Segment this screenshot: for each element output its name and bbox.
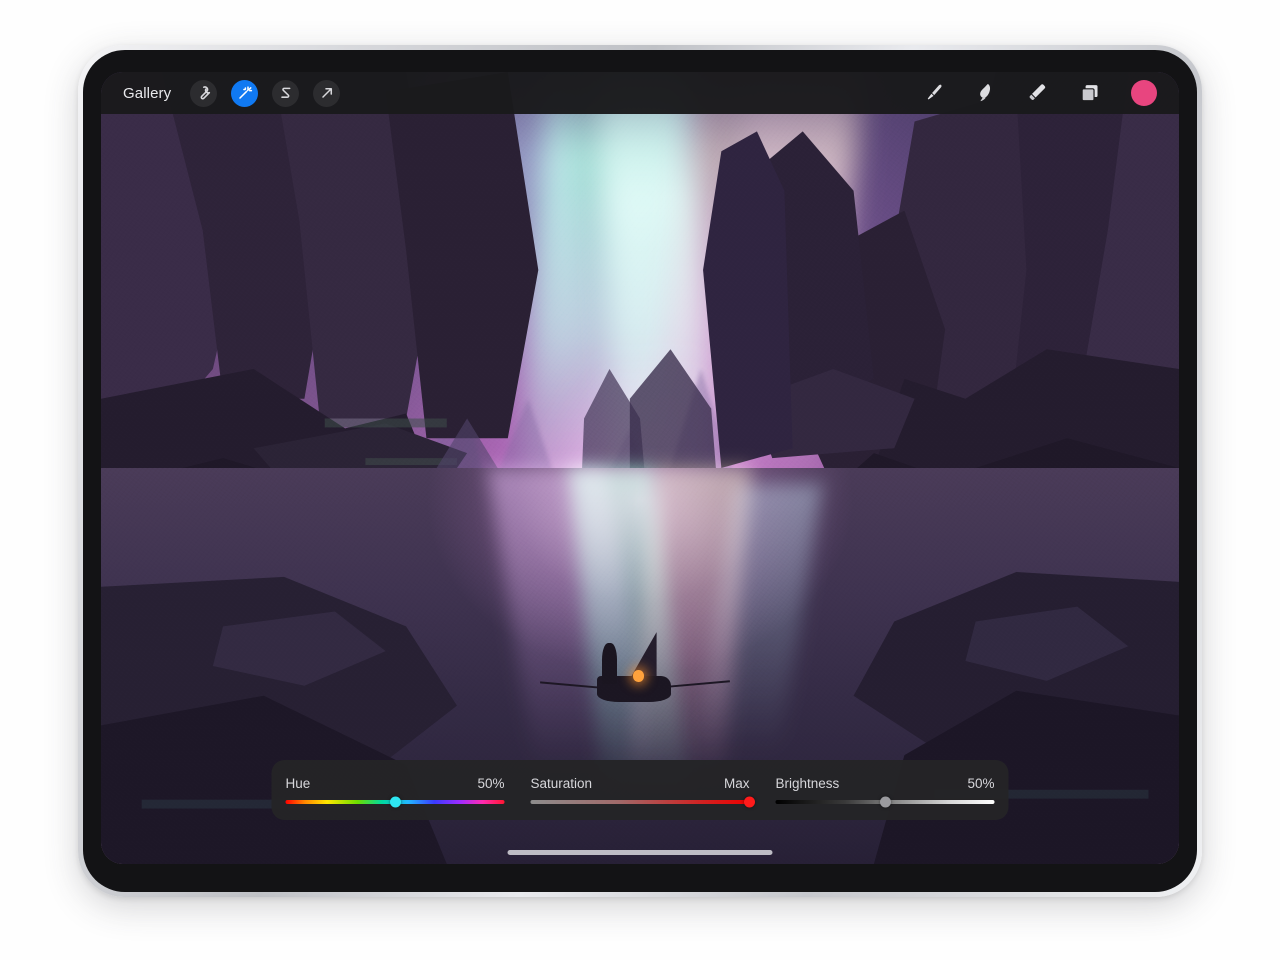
gallery-button[interactable]: Gallery <box>123 82 176 105</box>
saturation-slider-group: Saturation Max <box>530 776 755 808</box>
saturation-slider-label: Saturation <box>530 776 593 791</box>
brightness-slider-knob[interactable] <box>879 796 891 808</box>
toolbar-right-group <box>923 80 1157 106</box>
eraser-icon <box>1027 82 1049 104</box>
s-curve-icon <box>278 85 294 101</box>
adjustments-tool-button[interactable] <box>231 79 259 107</box>
saturation-slider-value: Max <box>723 776 750 791</box>
screenshot-stage: Gallery Hue 50% Saturation Max Brightnes… <box>0 0 1280 960</box>
artwork-foreground-banks <box>101 571 1179 864</box>
device-bezel: Gallery Hue 50% Saturation Max Brightnes… <box>83 50 1197 892</box>
device-screen: Gallery Hue 50% Saturation Max Brightnes… <box>101 72 1179 864</box>
brightness-slider-label: Brightness <box>775 776 840 791</box>
artwork-boat <box>540 630 731 717</box>
saturation-slider-header: Saturation Max <box>531 776 750 791</box>
paintbrush-icon <box>923 82 945 104</box>
brightness-slider-track[interactable] <box>775 796 995 808</box>
drawing-canvas[interactable] <box>101 72 1179 864</box>
hue-slider-label: Hue <box>285 776 311 791</box>
eraser-tool-button[interactable] <box>1027 82 1049 104</box>
saturation-slider-knob[interactable] <box>744 796 755 808</box>
brightness-slider-group: Brightness 50% <box>775 776 995 808</box>
home-indicator[interactable] <box>507 850 773 855</box>
arrow-icon <box>319 85 335 101</box>
procreate-toolbar: Gallery <box>101 72 1179 114</box>
smudge-icon <box>975 82 997 104</box>
ipad-device-frame: Gallery Hue 50% Saturation Max Brightnes… <box>78 45 1202 897</box>
smudge-tool-button[interactable] <box>975 82 997 104</box>
actions-tool-button[interactable] <box>190 79 218 107</box>
hsb-adjustment-panel: Hue 50% Saturation Max Brightness 50% <box>271 760 1009 820</box>
layers-icon <box>1079 82 1101 104</box>
magic-wand-icon <box>237 85 253 101</box>
brush-tool-button[interactable] <box>923 82 945 104</box>
brightness-slider-header: Brightness 50% <box>776 776 995 791</box>
hue-slider-track[interactable] <box>285 796 505 808</box>
color-swatch-button[interactable] <box>1131 80 1157 106</box>
toolbar-left-group: Gallery <box>123 79 341 107</box>
hue-slider-group: Hue 50% <box>285 776 505 808</box>
hue-slider-header: Hue 50% <box>286 776 505 791</box>
layers-button[interactable] <box>1079 82 1101 104</box>
brightness-slider-value: 50% <box>967 776 995 791</box>
transform-tool-button[interactable] <box>313 79 341 107</box>
wrench-icon <box>196 85 212 101</box>
saturation-slider-track[interactable] <box>530 796 755 808</box>
hue-slider-value: 50% <box>477 776 505 791</box>
artwork-boat-figure <box>602 642 618 685</box>
artwork-boat-lantern <box>632 670 644 682</box>
hue-slider-knob[interactable] <box>389 796 401 808</box>
selection-tool-button[interactable] <box>272 79 300 107</box>
